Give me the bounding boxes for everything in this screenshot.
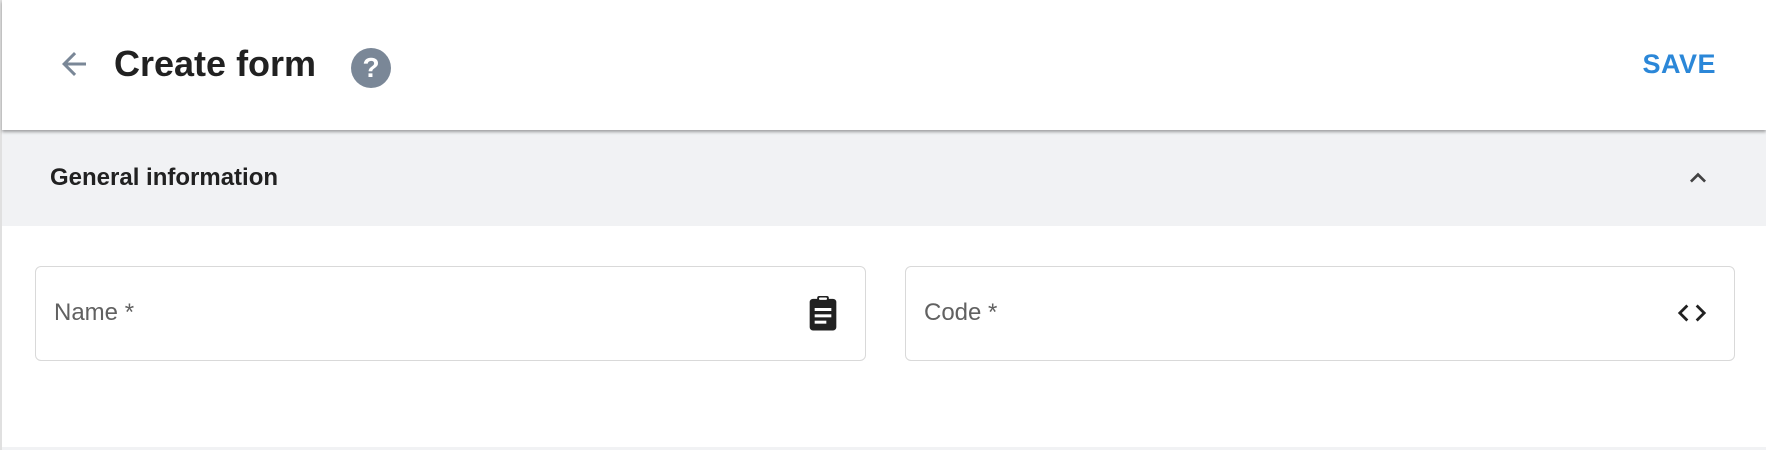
back-button[interactable] [54, 44, 94, 84]
top-bar: Create form ? SAVE [2, 0, 1766, 130]
name-field[interactable]: Name * [35, 266, 866, 361]
help-icon: ? [362, 52, 380, 83]
code-input[interactable] [924, 297, 1644, 329]
page-title: Create form [114, 43, 317, 84]
help-button[interactable]: ? [351, 48, 391, 88]
section-title: General information [50, 164, 279, 191]
arrow-back-icon [62, 52, 86, 76]
general-information-section-header[interactable]: General information [2, 130, 1766, 226]
clipboard-icon [803, 293, 843, 333]
name-input[interactable] [54, 297, 774, 329]
save-button[interactable]: SAVE [1642, 46, 1716, 82]
code-field[interactable]: Code * [905, 266, 1735, 361]
create-form-page: Create form ? SAVE General information N… [0, 0, 1766, 450]
chevron-up-icon[interactable] [1680, 160, 1716, 196]
code-icon [1672, 293, 1712, 333]
